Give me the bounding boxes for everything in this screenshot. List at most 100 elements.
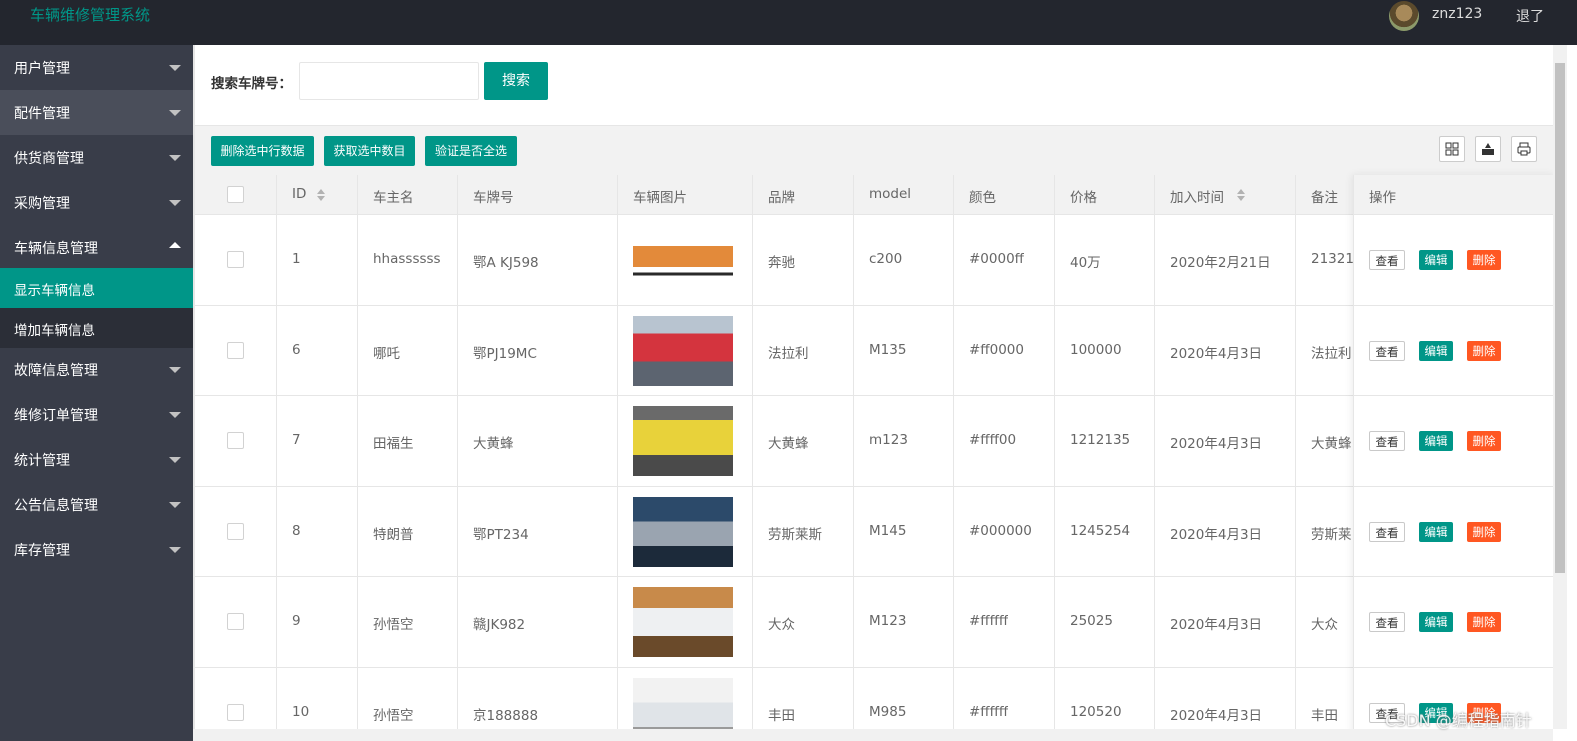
table-cell: 鄂A KJ598 bbox=[458, 215, 618, 305]
vertical-scrollbar[interactable] bbox=[1553, 45, 1567, 729]
cell-owner: 哪吒 bbox=[373, 345, 400, 362]
sidebar-item-supplier-management[interactable]: 供货商管理 bbox=[0, 135, 193, 180]
sidebar-item-label: 采购管理 bbox=[14, 196, 70, 212]
sidebar-item-label: 库存管理 bbox=[14, 543, 70, 559]
table-row: 1 hhassssss 鄂A KJ598 奔驰 c200 #0000ff 40万 2020年2… bbox=[195, 215, 1553, 306]
horizontal-scrollbar[interactable] bbox=[193, 729, 1553, 741]
row-checkbox[interactable] bbox=[227, 613, 244, 631]
get-selected-count-button[interactable]: 获取选中数目 bbox=[324, 136, 415, 166]
edit-button[interactable]: 编辑 bbox=[1419, 612, 1453, 633]
sidebar-item-user-management[interactable]: 用户管理 bbox=[0, 45, 193, 90]
table-cell: 2020年4月3日 bbox=[1155, 305, 1296, 395]
table-cell: 大黄蜂 bbox=[1296, 396, 1356, 486]
export-icon[interactable] bbox=[1475, 136, 1501, 162]
header-model: model bbox=[854, 175, 954, 214]
sidebar-subitem-show-vehicles[interactable]: 显示车辆信息 bbox=[0, 268, 193, 308]
row-checkbox[interactable] bbox=[227, 703, 244, 721]
scrollbar-thumb[interactable] bbox=[1555, 63, 1565, 573]
cell-brand: 劳斯莱斯 bbox=[768, 526, 822, 543]
table-cell: 哪吒 bbox=[358, 305, 458, 395]
sidebar-item-notice-management[interactable]: 公告信息管理 bbox=[0, 482, 193, 527]
delete-selected-button[interactable]: 删除选中行数据 bbox=[211, 136, 314, 166]
sidebar-item-label: 用户管理 bbox=[14, 61, 70, 77]
sidebar-item-vehicle-management[interactable]: 车辆信息管理 bbox=[0, 225, 193, 270]
header-id[interactable]: ID bbox=[277, 175, 358, 214]
table-cell: 赣JK982 bbox=[458, 577, 618, 667]
edit-button[interactable]: 编辑 bbox=[1419, 250, 1453, 271]
delete-button[interactable]: 删除 bbox=[1467, 612, 1501, 633]
delete-button[interactable]: 删除 bbox=[1467, 521, 1501, 542]
table-cell: 鄂PJ19MC bbox=[458, 305, 618, 395]
caret-down-icon bbox=[169, 457, 181, 463]
search-button[interactable]: 搜索 bbox=[484, 62, 548, 100]
row-checkbox[interactable] bbox=[227, 522, 244, 540]
cell-price: 120520 bbox=[1070, 703, 1122, 720]
row-checkbox[interactable] bbox=[227, 341, 244, 359]
cell-id: 7 bbox=[292, 432, 301, 449]
cell-date: 2020年4月3日 bbox=[1170, 707, 1263, 724]
table-cell: #000000 bbox=[954, 486, 1055, 576]
delete-button[interactable]: 删除 bbox=[1467, 340, 1501, 361]
table-cell: 鄂PT234 bbox=[458, 486, 618, 576]
delete-button[interactable]: 删除 bbox=[1467, 431, 1501, 452]
table-cell: 奔驰 bbox=[753, 215, 854, 305]
logout-link[interactable]: 退了 bbox=[1516, 6, 1544, 26]
sidebar-item-repair-order-management[interactable]: 维修订单管理 bbox=[0, 392, 193, 437]
caret-up-icon bbox=[169, 242, 181, 248]
table-cell: #ffff00 bbox=[954, 396, 1055, 486]
sidebar-item-purchase-management[interactable]: 采购管理 bbox=[0, 180, 193, 225]
cell-id: 1 bbox=[292, 251, 301, 268]
search-input[interactable] bbox=[299, 62, 479, 100]
table-cell: 100000 bbox=[1055, 305, 1155, 395]
columns-icon[interactable] bbox=[1439, 136, 1465, 162]
sidebar-item-parts-management[interactable]: 配件管理 bbox=[0, 90, 193, 135]
check-all-selected-button[interactable]: 验证是否全选 bbox=[425, 136, 517, 166]
cell-note: 213211 bbox=[1311, 251, 1356, 268]
sidebar-subitem-add-vehicle[interactable]: 增加车辆信息 bbox=[0, 308, 193, 348]
sidebar-subitem-label: 增加车辆信息 bbox=[14, 323, 95, 339]
header-image: 车辆图片 bbox=[618, 175, 753, 214]
edit-button[interactable]: 编辑 bbox=[1419, 340, 1453, 361]
table-cell bbox=[195, 577, 277, 667]
print-icon[interactable] bbox=[1511, 136, 1537, 162]
table-row: 8 特朗普 鄂PT234 劳斯莱斯 M145 #000000 1245254 2020年4月3… bbox=[195, 486, 1553, 577]
cell-color: #ff0000 bbox=[969, 341, 1024, 358]
actions-cell: 查看 编辑 删除 bbox=[1354, 306, 1553, 396]
view-button[interactable]: 查看 bbox=[1369, 612, 1405, 633]
table-cell: 孙悟空 bbox=[358, 577, 458, 667]
table-cell bbox=[618, 577, 753, 667]
sidebar-item-statistics-management[interactable]: 统计管理 bbox=[0, 437, 193, 482]
caret-down-icon bbox=[169, 367, 181, 373]
view-button[interactable]: 查看 bbox=[1369, 340, 1405, 361]
table-cell bbox=[618, 486, 753, 576]
avatar[interactable] bbox=[1389, 1, 1419, 31]
cell-price: 1245254 bbox=[1070, 522, 1131, 539]
sidebar-item-label: 公告信息管理 bbox=[14, 498, 98, 514]
table-cell: 7 bbox=[277, 396, 358, 486]
edit-button[interactable]: 编辑 bbox=[1419, 431, 1453, 452]
sidebar-item-inventory-management[interactable]: 库存管理 bbox=[0, 527, 193, 572]
edit-button[interactable]: 编辑 bbox=[1419, 521, 1453, 542]
sidebar-item-label: 统计管理 bbox=[14, 453, 70, 469]
header-label: 车辆图片 bbox=[633, 190, 687, 206]
row-checkbox[interactable] bbox=[227, 432, 244, 450]
delete-button[interactable]: 删除 bbox=[1467, 250, 1501, 271]
cell-owner: 孙悟空 bbox=[373, 617, 414, 634]
header-label: ID bbox=[292, 186, 307, 202]
sidebar-item-fault-management[interactable]: 故障信息管理 bbox=[0, 347, 193, 392]
view-button[interactable]: 查看 bbox=[1369, 521, 1405, 542]
main-content: 搜索车牌号： 搜索 删除选中行数据 获取选中数目 验证是否全选 ID 车主名 车… bbox=[193, 45, 1553, 729]
table-cell: 1 bbox=[277, 215, 358, 305]
view-button[interactable]: 查看 bbox=[1369, 250, 1405, 271]
caret-down-icon bbox=[169, 502, 181, 508]
header-date[interactable]: 加入时间 bbox=[1155, 175, 1296, 214]
cell-plate: 鄂PT234 bbox=[473, 526, 529, 543]
header-label: 颜色 bbox=[969, 190, 996, 206]
row-checkbox[interactable] bbox=[227, 251, 244, 269]
cell-model: M145 bbox=[869, 522, 907, 539]
cell-brand: 大黄蜂 bbox=[768, 436, 809, 453]
username[interactable]: znz123 bbox=[1432, 6, 1482, 22]
view-button[interactable]: 查看 bbox=[1369, 431, 1405, 452]
car-image bbox=[633, 406, 733, 477]
select-all-checkbox[interactable] bbox=[227, 186, 244, 203]
